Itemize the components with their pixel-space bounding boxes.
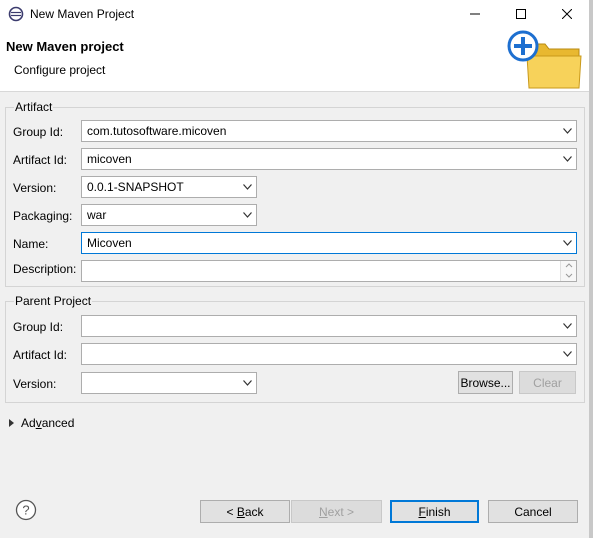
group-id-combo[interactable]: com.tutosoftware.micoven: [81, 120, 577, 142]
parent-artifact-id-combo[interactable]: [81, 343, 577, 365]
parent-group-id-label: Group Id:: [13, 320, 64, 334]
description-textarea[interactable]: [81, 260, 577, 282]
clear-button-label: Clear: [533, 375, 562, 390]
next-button[interactable]: Next >: [291, 500, 382, 523]
name-value: Micoven: [87, 236, 132, 250]
artifact-id-value: micoven: [87, 152, 132, 166]
chevron-down-icon[interactable]: [563, 156, 572, 162]
back-button-label: < Back: [226, 504, 264, 519]
parent-group-id-combo[interactable]: [81, 315, 577, 337]
cancel-button[interactable]: Cancel: [488, 500, 578, 523]
chevron-down-icon[interactable]: [563, 351, 572, 357]
next-button-label: Next >: [318, 504, 355, 519]
chevron-down-icon[interactable]: [243, 380, 252, 386]
description-scrollbar[interactable]: [560, 261, 576, 281]
expand-arrow-icon[interactable]: [8, 418, 16, 428]
clear-button[interactable]: Clear: [519, 371, 576, 394]
version-value: 0.0.1-SNAPSHOT: [87, 180, 184, 194]
window-title: New Maven Project: [30, 7, 135, 21]
advanced-label: Advanced: [21, 416, 75, 430]
eclipse-app-icon: [8, 6, 24, 22]
page-title: New Maven project: [6, 39, 124, 54]
maximize-button[interactable]: [498, 0, 544, 28]
wizard-header: New Maven project Configure project: [0, 28, 593, 92]
maximize-icon: [516, 9, 526, 19]
chevron-down-icon[interactable]: [563, 323, 572, 329]
chevron-down-icon[interactable]: [243, 184, 252, 190]
minimize-icon: [470, 13, 480, 15]
finish-button[interactable]: Finish: [390, 500, 479, 523]
version-label: Version:: [13, 181, 57, 195]
cancel-button-label: Cancel: [514, 504, 552, 519]
scroll-down-icon[interactable]: [562, 271, 576, 280]
window-edge: [589, 0, 593, 538]
packaging-value: war: [87, 208, 107, 222]
back-button[interactable]: < Back: [200, 500, 290, 523]
parent-version-label: Version:: [13, 377, 57, 391]
scroll-up-icon[interactable]: [562, 261, 576, 270]
page-subtitle: Configure project: [14, 63, 106, 77]
parent-version-combo[interactable]: [81, 372, 257, 394]
description-label: Description:: [13, 262, 77, 276]
packaging-combo[interactable]: war: [81, 204, 257, 226]
chevron-down-icon[interactable]: [563, 240, 572, 246]
version-combo[interactable]: 0.0.1-SNAPSHOT: [81, 176, 257, 198]
advanced-expander[interactable]: Advanced: [8, 416, 74, 430]
parent-artifact-id-label: Artifact Id:: [13, 348, 68, 362]
packaging-label: Packaging:: [13, 209, 73, 223]
browse-button-label: Browse...: [460, 375, 511, 390]
parent-project-group-title: Parent Project: [14, 294, 93, 308]
artifact-group-title: Artifact: [14, 100, 54, 114]
svg-text:?: ?: [22, 503, 29, 518]
browse-button[interactable]: Browse...: [458, 371, 513, 394]
finish-button-label: Finish: [418, 504, 451, 519]
name-combo[interactable]: Micoven: [81, 232, 577, 254]
group-id-label: Group Id:: [13, 125, 64, 139]
help-icon[interactable]: ?: [15, 499, 37, 521]
new-project-folder-icon: [507, 30, 582, 89]
chevron-down-icon[interactable]: [243, 212, 252, 218]
title-bar: New Maven Project: [0, 0, 593, 28]
name-label: Name:: [13, 237, 49, 251]
artifact-id-combo[interactable]: micoven: [81, 148, 577, 170]
chevron-down-icon[interactable]: [563, 128, 572, 134]
close-button[interactable]: [544, 0, 590, 28]
group-id-value: com.tutosoftware.micoven: [87, 124, 227, 138]
artifact-id-label: Artifact Id:: [13, 153, 68, 167]
close-icon: [562, 9, 572, 19]
minimize-button[interactable]: [452, 0, 498, 28]
